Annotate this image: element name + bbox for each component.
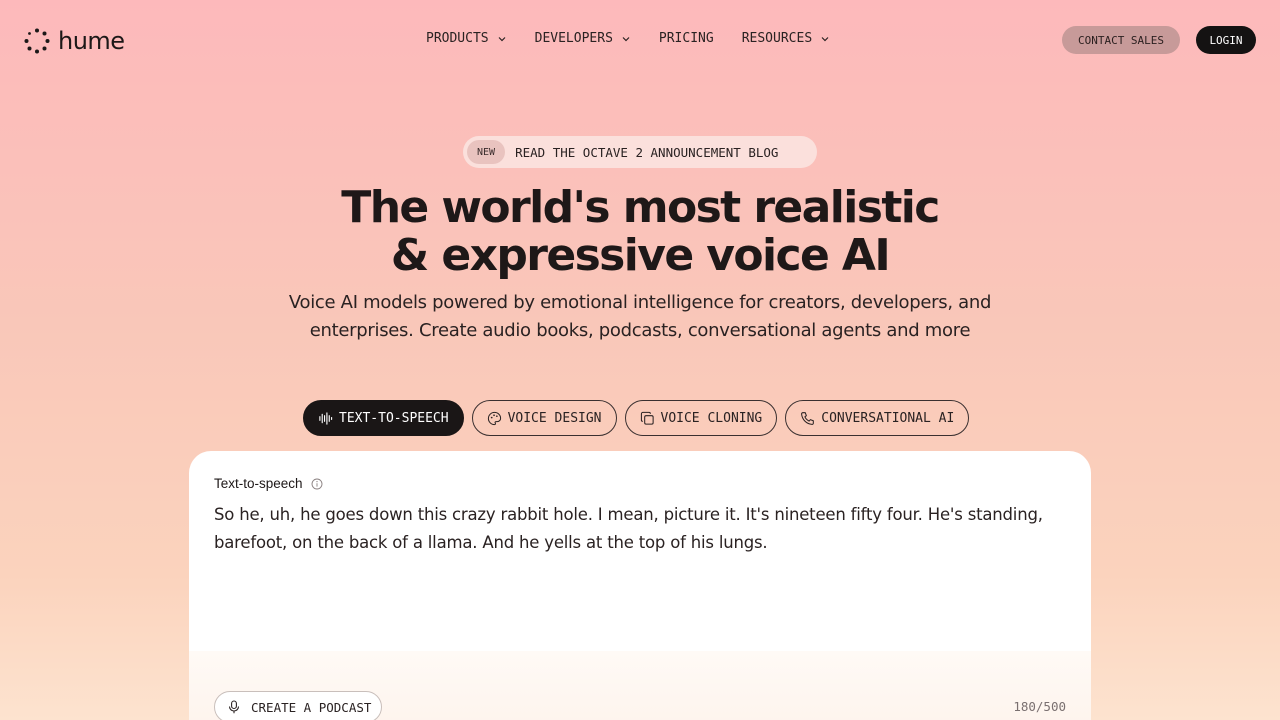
tab-conversational-ai[interactable]: CONVERSATIONAL AI (785, 400, 970, 436)
hume-logo-icon (24, 28, 50, 54)
nav-item-label: PRODUCTS (426, 31, 489, 46)
announcement-text: READ THE OCTAVE 2 ANNOUNCEMENT BLOG (515, 144, 779, 160)
tts-text-input[interactable]: So he, uh, he goes down this crazy rabbi… (214, 501, 1064, 557)
waveform-icon (319, 411, 333, 425)
tab-voice-design[interactable]: VOICE DESIGN (471, 400, 617, 436)
copy-icon (640, 411, 654, 425)
palette-icon (487, 411, 501, 425)
create-podcast-label: CREATE A PODCAST (251, 699, 372, 715)
create-podcast-button[interactable]: CREATE A PODCAST (214, 691, 383, 720)
tts-label: Text-to-speech (214, 476, 323, 491)
tts-label-text: Text-to-speech (214, 476, 303, 491)
character-count: 180/500 (1013, 699, 1066, 714)
brand-name: hume (58, 27, 125, 55)
info-icon[interactable] (311, 478, 323, 490)
contact-sales-button[interactable]: CONTACT SALES (1062, 26, 1180, 54)
hero-title-line-2: & expressive voice AI (390, 230, 891, 281)
nav-item-resources[interactable]: RESOURCES (742, 31, 830, 46)
tab-text-to-speech[interactable]: TEXT-TO-SPEECH (303, 400, 464, 436)
tab-label: CONVERSATIONAL AI (821, 410, 955, 426)
nav-item-label: RESOURCES (741, 31, 813, 46)
main-nav: PRODUCTS DEVELOPERS PRICING RESOURCES (426, 31, 830, 46)
announcement-pill[interactable]: NEW READ THE OCTAVE 2 ANNOUNCEMENT BLOG (463, 136, 817, 168)
product-tabs: TEXT-TO-SPEECH VOICE DESIGN VOICE CLONIN… (303, 400, 970, 436)
new-badge: NEW (467, 140, 506, 164)
nav-item-pricing[interactable]: PRICING (659, 31, 714, 46)
login-button[interactable]: LOGIN (1196, 26, 1256, 54)
chevron-down-icon (498, 36, 506, 41)
tts-card: Text-to-speech So he, uh, he goes down t… (189, 451, 1091, 720)
hero-title-line-1: The world's most realistic (341, 182, 940, 233)
nav-item-label: PRICING (658, 31, 714, 46)
chevron-down-icon (622, 36, 630, 41)
tab-label: VOICE DESIGN (507, 410, 602, 426)
nav-item-products[interactable]: PRODUCTS (426, 31, 507, 46)
nav-item-label: DEVELOPERS (534, 31, 613, 46)
phone-icon (801, 411, 815, 425)
tab-label: TEXT-TO-SPEECH (339, 410, 449, 426)
microphone-icon (228, 700, 240, 714)
nav-item-developers[interactable]: DEVELOPERS (535, 31, 631, 46)
hero-title: The world's most realistic & expressive … (0, 184, 1280, 280)
chevron-down-icon (821, 36, 829, 41)
tab-voice-cloning[interactable]: VOICE CLONING (624, 400, 778, 436)
tab-label: VOICE CLONING (660, 410, 763, 426)
logo[interactable]: hume (24, 27, 125, 55)
hero-subtitle: Voice AI models powered by emotional int… (288, 292, 992, 341)
